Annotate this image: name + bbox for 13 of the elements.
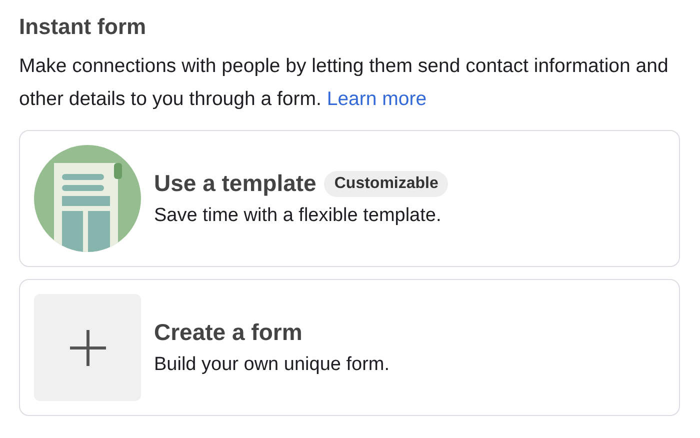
- option-subtitle: Build your own unique form.: [154, 354, 390, 376]
- plus-tile[interactable]: [34, 294, 141, 401]
- option-card[interactable]: Use a template Customizable Save time with a flexible template.: [19, 130, 680, 267]
- option-subtitle: Save time with a flexible template.: [154, 205, 442, 227]
- option-title: Use a template: [154, 170, 316, 197]
- form-template-icon: [34, 145, 141, 252]
- option-badge: Customizable: [324, 170, 448, 196]
- option-title: Create a form: [154, 319, 302, 346]
- section-title: Instant form: [19, 14, 148, 40]
- learn-more-link[interactable]: Learn more: [326, 88, 427, 110]
- section-description: Make connections with people by letting them send contact information and other details to you through a form. Learn more: [19, 54, 670, 112]
- plus-icon: [68, 328, 108, 368]
- option-card[interactable]: Create a form Build your own unique form.: [19, 279, 680, 416]
